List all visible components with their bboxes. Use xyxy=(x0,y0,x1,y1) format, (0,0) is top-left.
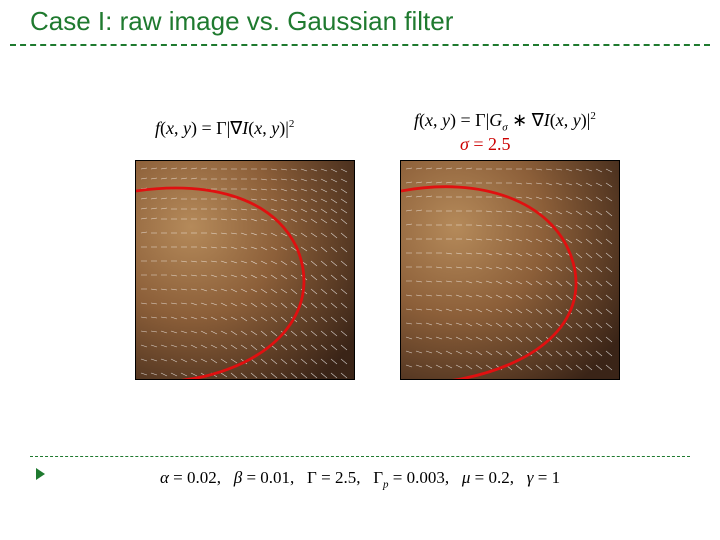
y: y xyxy=(442,110,450,130)
beta-val: 0.01 xyxy=(260,468,290,487)
footer-separator xyxy=(30,456,690,457)
eq: = xyxy=(456,110,475,130)
comma: , xyxy=(433,110,442,130)
y: y xyxy=(573,110,581,130)
panel-raw xyxy=(135,160,355,380)
x: x xyxy=(556,110,564,130)
comma: , xyxy=(174,118,183,138)
eq: = xyxy=(470,468,488,487)
eq: = xyxy=(469,134,488,154)
panel-gaussian xyxy=(400,160,620,380)
ast: ∗ xyxy=(508,110,532,130)
sep: , xyxy=(510,468,527,487)
G: G xyxy=(489,110,502,130)
Gamma: Γ xyxy=(475,110,485,130)
eq: = xyxy=(389,468,407,487)
nabla: ∇ xyxy=(230,118,242,138)
Gamma-sym: Γ xyxy=(307,468,317,487)
sigma-value: σ = 2.5 xyxy=(460,134,511,155)
formula-gaussian: f(x, y) = Γ|Gσ ∗ ∇I(x, y)|2 xyxy=(414,110,596,134)
title-underline xyxy=(10,44,710,46)
vector-field-raw xyxy=(136,161,355,380)
eq: = xyxy=(533,468,551,487)
gamma-val: 1 xyxy=(552,468,561,487)
y: y xyxy=(183,118,191,138)
eq: = xyxy=(317,468,335,487)
sigma-sym: σ xyxy=(460,134,469,154)
parameters: α = 0.02, β = 0.01, Γ = 2.5, Γp = 0.003,… xyxy=(0,468,720,490)
formula-raw: f(x, y) = Γ|∇I(x, y)|2 xyxy=(155,118,294,139)
sq: 2 xyxy=(289,118,295,130)
sep: , xyxy=(290,468,307,487)
sep: , xyxy=(445,468,462,487)
comma: , xyxy=(564,110,573,130)
eq: = xyxy=(169,468,187,487)
Gamma: Γ xyxy=(216,118,226,138)
x: x xyxy=(166,118,174,138)
Gammap-sym: Γ xyxy=(373,468,383,487)
val: 2.5 xyxy=(488,134,511,154)
mu-val: 0.2 xyxy=(489,468,510,487)
sep: , xyxy=(356,468,373,487)
comma: , xyxy=(262,118,271,138)
vector-field-gaussian xyxy=(401,161,620,380)
eq: = xyxy=(242,468,260,487)
x: x xyxy=(425,110,433,130)
eq: = xyxy=(197,118,216,138)
nabla: ∇ xyxy=(532,110,544,130)
alpha-sym: α xyxy=(160,468,169,487)
beta-sym: β xyxy=(234,468,242,487)
Gammap-val: 0.003 xyxy=(407,468,445,487)
Gamma-val: 2.5 xyxy=(335,468,356,487)
sq: 2 xyxy=(590,110,596,122)
slide-title: Case I: raw image vs. Gaussian filter xyxy=(30,6,453,37)
alpha-val: 0.02 xyxy=(187,468,217,487)
sep: , xyxy=(217,468,234,487)
